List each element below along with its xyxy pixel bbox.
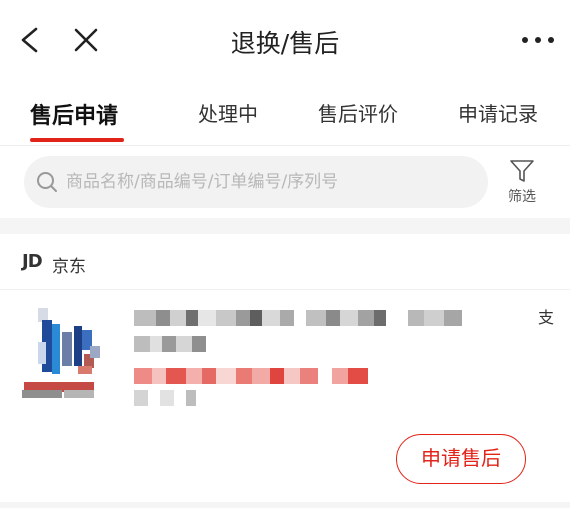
tab-aftersale-apply[interactable]: 售后申请 xyxy=(30,98,118,130)
filter-label: 筛选 xyxy=(508,189,536,205)
search-row: 筛选 xyxy=(0,146,570,218)
search-icon xyxy=(37,172,57,192)
product-thumbnail[interactable] xyxy=(20,302,104,402)
tab-aftersale-review[interactable]: 售后评价 xyxy=(318,98,398,127)
store-header[interactable]: JD 京东 xyxy=(0,234,570,290)
product-title-blurred xyxy=(134,310,462,326)
more-horizontal-icon[interactable] xyxy=(520,30,556,50)
tab-apply-records[interactable]: 申请记录 xyxy=(458,98,538,127)
tab-processing[interactable]: 处理中 xyxy=(198,98,258,127)
page-title: 退换/售后 xyxy=(230,29,340,58)
apply-aftersale-button[interactable]: 申请售后 xyxy=(396,434,526,484)
bottom-divider xyxy=(0,502,570,508)
product-qty-blurred xyxy=(134,390,196,406)
filter-button[interactable]: 筛选 xyxy=(500,158,544,206)
search-box[interactable] xyxy=(24,156,488,208)
product-spec-blurred xyxy=(134,368,368,384)
active-tab-indicator xyxy=(30,138,124,142)
order-item[interactable]: 支 申请售后 xyxy=(0,290,570,502)
store-name: 京东 xyxy=(52,257,86,277)
tab-bar: 售后申请 处理中 售后评价 申请记录 xyxy=(0,82,570,146)
jd-logo: JD xyxy=(22,251,43,272)
section-divider xyxy=(0,218,570,234)
search-input[interactable] xyxy=(66,156,476,208)
product-title-line2-blurred xyxy=(134,336,206,352)
filter-funnel-icon xyxy=(510,160,534,182)
top-bar: 退换/售后 xyxy=(0,0,570,82)
truncated-title-char: 支 xyxy=(538,308,555,327)
